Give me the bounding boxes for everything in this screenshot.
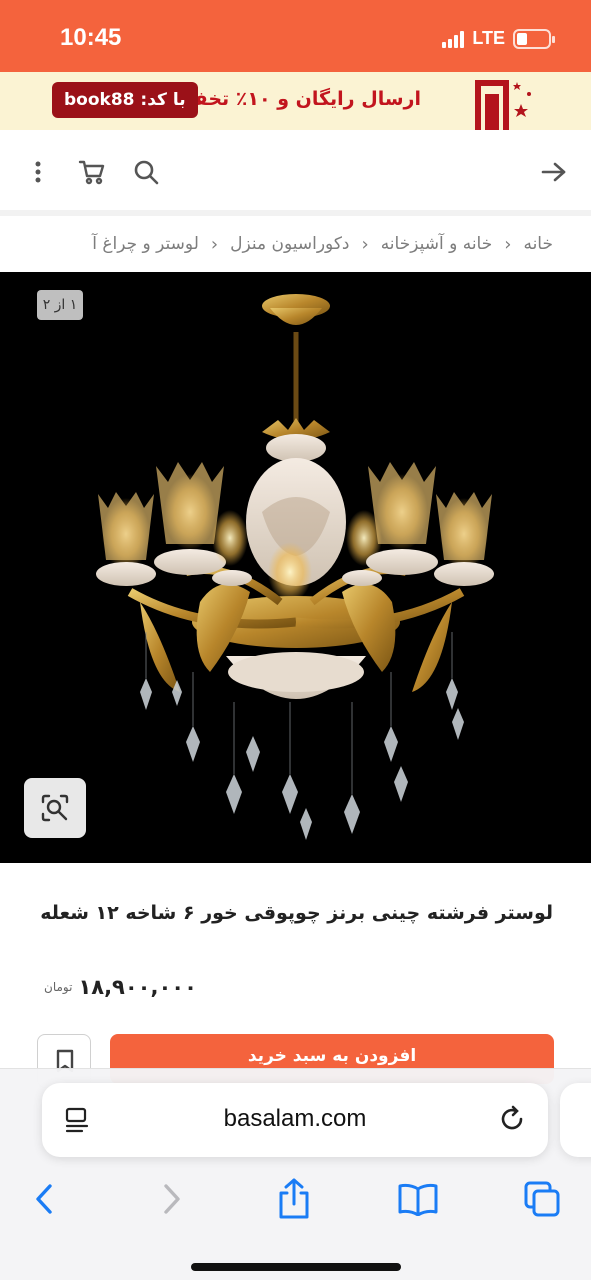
breadcrumb-item-home-decor[interactable]: دکوراسیون منزل (230, 234, 349, 254)
breadcrumb-item-home[interactable]: خانه (523, 234, 553, 254)
search-icon[interactable] (130, 156, 162, 188)
breadcrumb-item-home-kitchen[interactable]: خانه و آشپزخانه (381, 234, 493, 254)
product-image-gallery[interactable]: ۱ از ۲ (0, 272, 591, 863)
status-indicators: LTE (442, 28, 555, 49)
top-nav (0, 130, 591, 216)
cart-icon[interactable] (76, 156, 108, 188)
price-value: ۱۸,۹۰۰,۰۰۰ (78, 975, 197, 999)
chevron-right-icon: › (210, 233, 219, 255)
back-icon[interactable] (22, 1177, 66, 1221)
bookmarks-icon[interactable] (396, 1177, 440, 1221)
back-arrow-icon[interactable] (538, 156, 570, 188)
book-stars-icon (475, 80, 531, 130)
product-title: لوستر فرشته چینی برنز چوپوقی خور ۶ شاخه … (40, 902, 553, 924)
chandelier-image (96, 294, 494, 840)
screen: 10:45 LTE ارسال رایگان و ۱۰٪ تخفیف با کد… (0, 0, 591, 1280)
status-bar: 10:45 LTE (0, 0, 591, 72)
status-time: 10:45 (60, 24, 122, 51)
price-currency: تومان (44, 980, 73, 994)
signal-icon (442, 30, 465, 48)
reload-icon[interactable] (496, 1103, 528, 1135)
promo-text: ارسال رایگان و ۱۰٪ تخفیف (164, 88, 421, 110)
breadcrumb: خانه › خانه و آشپزخانه › دکوراسیون منزل … (0, 218, 591, 270)
share-icon[interactable] (272, 1177, 316, 1221)
price-row: تومان ۱۸,۹۰۰,۰۰۰ (44, 975, 197, 999)
chevron-right-icon: › (504, 233, 512, 255)
forward-icon[interactable] (150, 1177, 194, 1221)
image-counter: ۱ از ۲ (37, 290, 83, 320)
home-indicator (191, 1263, 401, 1271)
address-bar[interactable]: basalam.com (42, 1083, 548, 1157)
network-label: LTE (472, 28, 505, 48)
url-text: basalam.com (223, 1105, 367, 1132)
browser-chrome: basalam.com (0, 1068, 591, 1280)
promo-code-badge: با کد: book88 (52, 82, 198, 118)
next-tab-preview[interactable] (560, 1083, 591, 1157)
visual-search-icon[interactable] (24, 778, 86, 838)
more-vertical-icon[interactable] (22, 156, 54, 188)
chevron-right-icon: › (361, 233, 369, 255)
breadcrumb-item-chandeliers[interactable]: لوستر و چراغ آ (92, 234, 199, 254)
battery-icon (513, 28, 555, 49)
promo-banner[interactable]: ارسال رایگان و ۱۰٪ تخفیف با کد: book88 (0, 72, 591, 130)
tabs-icon[interactable] (520, 1177, 564, 1221)
